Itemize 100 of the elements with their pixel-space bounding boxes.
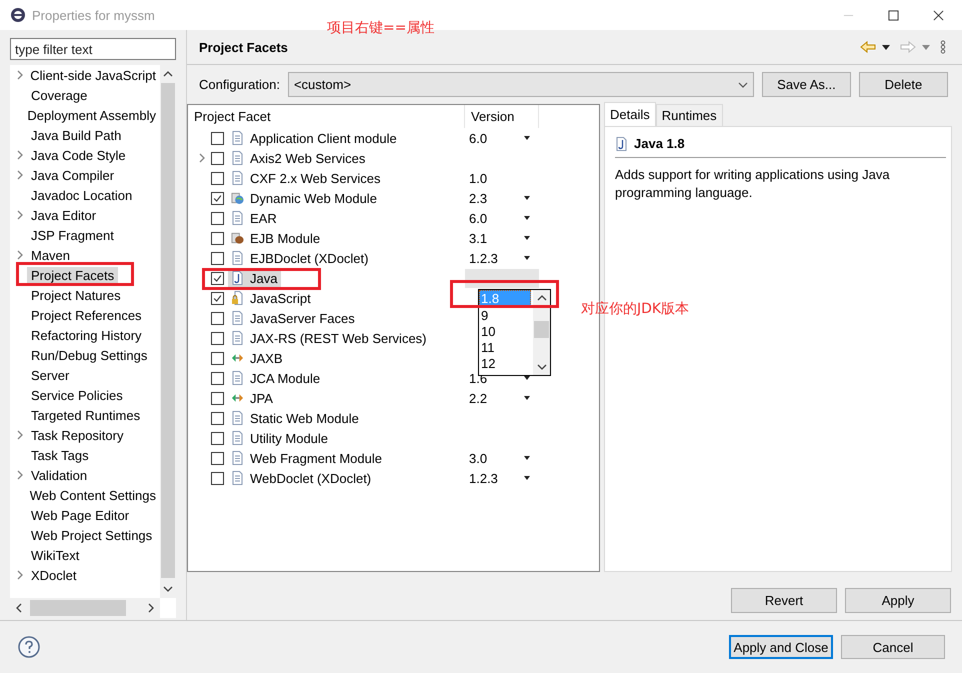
caret-icon[interactable] — [882, 44, 890, 50]
caret-icon[interactable] — [523, 216, 531, 220]
caret-icon[interactable] — [523, 256, 531, 260]
facet-name: JPA — [250, 390, 273, 406]
checkbox[interactable] — [211, 192, 224, 204]
expand-icon[interactable] — [17, 470, 23, 480]
expand-icon[interactable] — [17, 430, 23, 440]
sidebar-item[interactable]: Server — [27, 368, 74, 382]
scrollbar-thumb[interactable] — [161, 83, 175, 578]
version-dropdown-list[interactable]: 1.8 9 10 11 12 — [478, 289, 551, 376]
sidebar-item[interactable]: JSP Fragment — [27, 228, 118, 242]
expand-icon[interactable] — [17, 170, 23, 180]
caret-icon[interactable] — [523, 196, 531, 200]
checkbox[interactable] — [211, 312, 224, 324]
bean-icon — [231, 231, 244, 245]
sidebar-item[interactable]: Task Tags — [27, 448, 93, 462]
version-option[interactable]: 10 — [479, 324, 531, 340]
sidebar-item[interactable]: Project References — [27, 308, 146, 322]
filter-field[interactable]: type filter text — [10, 38, 176, 60]
column-header[interactable]: Version — [465, 105, 539, 128]
caret-icon[interactable] — [523, 456, 531, 460]
sidebar-item[interactable]: Coverage — [27, 88, 92, 102]
sidebar-item[interactable]: Web Project Settings — [27, 528, 156, 542]
checkbox[interactable] — [211, 352, 224, 364]
page-button[interactable]: Apply — [845, 588, 951, 613]
checkbox[interactable] — [211, 452, 224, 464]
sidebar-item[interactable]: WikiText — [27, 548, 84, 562]
sidebar-item[interactable]: Web Page Editor — [27, 508, 134, 522]
maximize-icon[interactable] — [888, 10, 899, 20]
sidebar-item[interactable]: Java Editor — [27, 208, 100, 222]
sidebar-item[interactable]: Refactoring History — [27, 328, 146, 342]
checkbox[interactable] — [211, 472, 224, 484]
document-icon — [231, 331, 244, 345]
dialog-button[interactable]: Cancel — [841, 635, 945, 659]
help-icon[interactable] — [18, 636, 40, 658]
expand-icon[interactable] — [198, 153, 204, 163]
caret-icon[interactable] — [523, 136, 531, 140]
sidebar-item[interactable]: Javadoc Location — [27, 188, 136, 202]
checkbox[interactable] — [211, 372, 224, 384]
version-option[interactable]: 12 — [479, 356, 531, 372]
scroll-up-icon[interactable] — [163, 71, 173, 77]
expand-icon[interactable] — [17, 570, 23, 580]
caret-icon[interactable] — [523, 236, 531, 240]
back-arrow-icon[interactable] — [860, 41, 876, 53]
page-button[interactable]: Revert — [731, 588, 837, 613]
checkbox[interactable] — [211, 392, 224, 404]
details-tab[interactable]: Runtimes — [656, 104, 723, 126]
locked-document-icon — [231, 291, 244, 305]
scrollbar[interactable] — [533, 290, 550, 375]
scrollbar[interactable] — [160, 65, 176, 598]
scrollbar-thumb[interactable] — [30, 600, 126, 616]
checkbox[interactable] — [211, 152, 224, 164]
checkbox[interactable] — [211, 432, 224, 444]
sidebar-item[interactable]: Task Repository — [27, 428, 128, 442]
details-tab[interactable]: Details — [604, 102, 656, 126]
sidebar-item[interactable]: Service Policies — [27, 388, 127, 402]
checkbox[interactable] — [211, 212, 224, 224]
caret-icon[interactable] — [523, 476, 531, 480]
checkbox[interactable] — [211, 172, 224, 184]
dialog-button[interactable]: Apply and Close — [729, 635, 833, 659]
expand-icon[interactable] — [17, 210, 23, 220]
config-button[interactable]: Save As... — [762, 72, 851, 97]
sidebar-item[interactable]: XDoclet — [27, 568, 81, 582]
close-icon[interactable] — [933, 10, 944, 20]
menu-icon[interactable] — [940, 40, 946, 54]
checkbox[interactable] — [211, 272, 224, 284]
scroll-right-icon[interactable] — [148, 603, 154, 613]
sidebar-item[interactable]: Web Content Settings — [26, 488, 160, 502]
expand-icon[interactable] — [17, 250, 23, 260]
scroll-up-icon[interactable] — [536, 295, 546, 301]
checkbox[interactable] — [211, 332, 224, 344]
checkbox[interactable] — [211, 132, 224, 144]
sidebar-item[interactable]: Java Compiler — [27, 168, 118, 182]
sidebar-item[interactable]: Project Facets — [27, 266, 118, 284]
config-button[interactable]: Delete — [858, 72, 948, 97]
caret-icon[interactable] — [523, 396, 531, 400]
sidebar-item[interactable]: Deployment Assembly — [23, 108, 160, 122]
sidebar-item[interactable]: Targeted Runtimes — [27, 408, 144, 422]
checkbox[interactable] — [211, 412, 224, 424]
checkbox[interactable] — [211, 252, 224, 264]
version-option[interactable]: 9 — [479, 308, 531, 324]
sidebar-item[interactable]: Project Natures — [27, 288, 125, 302]
sidebar-item[interactable]: Java Code Style — [27, 148, 130, 162]
expand-icon[interactable] — [17, 150, 23, 160]
checkbox[interactable] — [211, 292, 224, 304]
checkbox[interactable] — [211, 232, 224, 244]
scroll-down-icon[interactable] — [163, 586, 173, 592]
scrollbar[interactable] — [10, 598, 160, 618]
scrollbar-thumb[interactable] — [534, 321, 549, 338]
scroll-left-icon[interactable] — [16, 603, 22, 613]
sidebar-item[interactable]: Java Build Path — [27, 128, 126, 142]
column-header[interactable]: Project Facet — [188, 105, 465, 128]
scroll-down-icon[interactable] — [536, 364, 546, 370]
sidebar-item[interactable]: Maven — [27, 248, 74, 262]
sidebar-item[interactable]: Run/Debug Settings — [27, 348, 152, 362]
sidebar-item[interactable]: Validation — [27, 468, 92, 482]
sidebar-item[interactable]: Client-side JavaScript — [26, 68, 160, 82]
version-option[interactable]: 11 — [479, 340, 531, 356]
configuration-dropdown[interactable]: <custom> — [288, 72, 754, 97]
expand-icon[interactable] — [17, 70, 23, 80]
